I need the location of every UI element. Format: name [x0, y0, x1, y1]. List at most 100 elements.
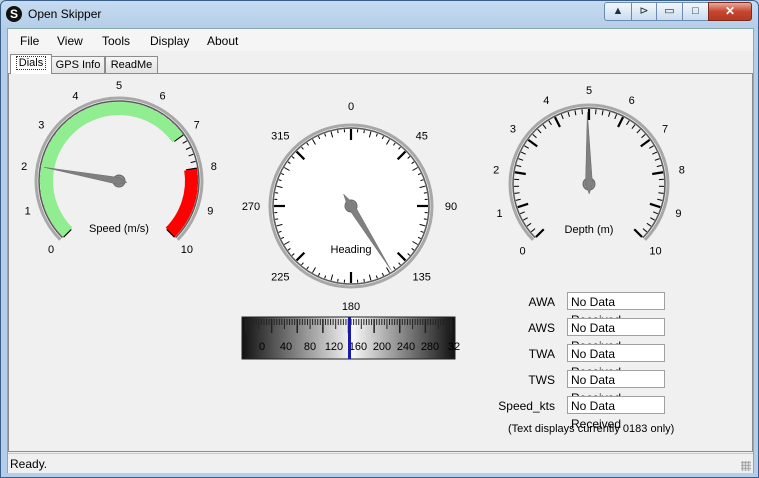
- speed-red-band: [165, 168, 198, 237]
- compass-strip-label: 160: [349, 341, 367, 353]
- depth-needle: [585, 112, 593, 195]
- twa-field[interactable]: No Data Received: [567, 344, 665, 379]
- depth-major-tick: [527, 139, 538, 148]
- depth-minor-tick: [548, 120, 552, 126]
- depth-minor-tick: [652, 151, 658, 155]
- heading-minor-tick: [423, 192, 427, 194]
- depth-minor-tick: [642, 228, 648, 233]
- depth-minor-tick: [658, 192, 664, 194]
- scroll-up-button[interactable]: ▲: [604, 2, 632, 21]
- compass-strip-label: 200: [373, 341, 391, 353]
- depth-tick-label: 0: [519, 245, 525, 257]
- depth-minor-tick: [648, 145, 654, 149]
- speed-kts-field[interactable]: No Data Received: [567, 396, 665, 431]
- depth-major-tick: [633, 228, 643, 238]
- tab-readme-label: ReadMe: [110, 59, 153, 71]
- pin-icon: ⊳: [639, 5, 649, 17]
- close-button[interactable]: ✕: [708, 2, 752, 21]
- depth-tick-label: 5: [586, 85, 592, 97]
- menu-view[interactable]: View: [57, 34, 83, 48]
- depth-minor-tick: [657, 198, 663, 201]
- heading-minor-tick: [363, 130, 365, 134]
- depth-minor-tick: [641, 134, 646, 139]
- aws-label: AWS: [528, 321, 555, 335]
- pin-button[interactable]: ⊳: [631, 2, 657, 21]
- speed-tick-label: 9: [207, 206, 213, 218]
- depth-tick-label: 9: [675, 208, 681, 220]
- maximize-button[interactable]: □: [682, 2, 709, 21]
- aws-field[interactable]: No Data Received: [567, 318, 665, 353]
- compass-strip-label: 32: [448, 341, 460, 353]
- client-area: File View Tools Display About Dials GPS …: [7, 28, 754, 473]
- tws-field[interactable]: No Data Received: [567, 370, 665, 405]
- depth-minor-tick: [520, 151, 526, 155]
- speed-minor-tick: [190, 160, 196, 164]
- awa-field[interactable]: No Data Received: [567, 292, 665, 327]
- depth-minor-tick: [626, 120, 630, 126]
- menu-bar: File View Tools Display About: [8, 29, 753, 51]
- heading-tick-label: 270: [242, 201, 260, 213]
- depth-minor-tick: [514, 192, 520, 194]
- depth-minor-tick: [516, 164, 522, 168]
- triangle-up-icon: ▲: [612, 5, 624, 17]
- menu-tools[interactable]: Tools: [102, 34, 130, 48]
- heading-minor-tick: [363, 278, 365, 282]
- depth-minor-tick: [567, 111, 570, 117]
- depth-minor-tick: [526, 222, 532, 227]
- heading-tick-label: 0: [348, 101, 354, 113]
- depth-minor-tick: [656, 164, 662, 168]
- depth-minor-tick: [631, 124, 636, 129]
- depth-minor-tick: [574, 110, 577, 116]
- speed-minor-tick: [188, 153, 194, 157]
- twa-label: TWA: [528, 347, 555, 361]
- title-bar[interactable]: S Open Skipper ▲ ⊳ ▭ □ ✕: [1, 1, 758, 28]
- compass-strip: 0 40 80 120 160 200 240 280 32: [241, 316, 460, 360]
- compass-strip-label: 240: [397, 341, 415, 353]
- menu-about[interactable]: About: [207, 34, 238, 48]
- depth-major-tick: [617, 116, 625, 128]
- depth-minor-tick: [653, 211, 659, 215]
- tab-dials-label: Dials: [15, 56, 47, 70]
- tab-gps-info-label: GPS Info: [55, 59, 101, 71]
- depth-minor-tick: [650, 217, 655, 221]
- depth-minor-tick: [636, 128, 641, 134]
- heading-tick-label: 225: [271, 272, 289, 284]
- app-window: S Open Skipper ▲ ⊳ ▭ □ ✕ File View Tools…: [0, 0, 759, 478]
- heading-tick-label: 90: [445, 201, 457, 213]
- speed-tick-label: 10: [181, 244, 193, 256]
- tab-readme[interactable]: ReadMe: [105, 56, 158, 74]
- depth-minor-tick: [601, 110, 604, 116]
- depth-major-tick: [649, 202, 661, 209]
- compass-strip-label: 40: [280, 341, 292, 353]
- speed-gauge-label: Speed (m/s): [89, 223, 149, 235]
- status-text: Ready.: [10, 457, 48, 471]
- depth-gauge-label: Depth (m): [565, 224, 614, 236]
- speed-kts-label: Speed_kts: [498, 399, 555, 413]
- menu-file[interactable]: File: [20, 34, 39, 48]
- resize-grip-icon[interactable]: [741, 461, 751, 471]
- depth-minor-tick: [614, 114, 618, 120]
- compass-strip-marker: [348, 317, 351, 359]
- depth-tick-label: 10: [649, 245, 661, 257]
- awa-label: AWA: [528, 295, 555, 309]
- menu-display[interactable]: Display: [150, 34, 189, 48]
- depth-minor-tick: [515, 198, 521, 201]
- depth-minor-tick: [532, 134, 537, 139]
- tab-gps-info[interactable]: GPS Info: [51, 56, 105, 74]
- depth-minor-tick: [560, 114, 564, 120]
- compass-strip-label: 80: [304, 341, 316, 353]
- speed-tick-label: 6: [160, 90, 166, 102]
- heading-minor-tick: [337, 130, 339, 134]
- text-display-note: (Text displays currently 0183 only): [508, 423, 675, 435]
- depth-minor-tick: [530, 228, 536, 233]
- tab-dials[interactable]: Dials: [10, 54, 52, 74]
- depth-tick-label: 3: [510, 124, 516, 136]
- heading-minor-tick: [275, 192, 279, 194]
- heading-gauge-label: Heading: [331, 244, 372, 256]
- heading-tick-label: 45: [416, 130, 428, 142]
- depth-tick-label: 2: [493, 164, 499, 176]
- minimize-button[interactable]: ▭: [656, 2, 683, 21]
- app-logo-icon: S: [6, 6, 22, 22]
- speed-tick-label: 3: [38, 120, 44, 132]
- depth-major-tick: [553, 116, 561, 128]
